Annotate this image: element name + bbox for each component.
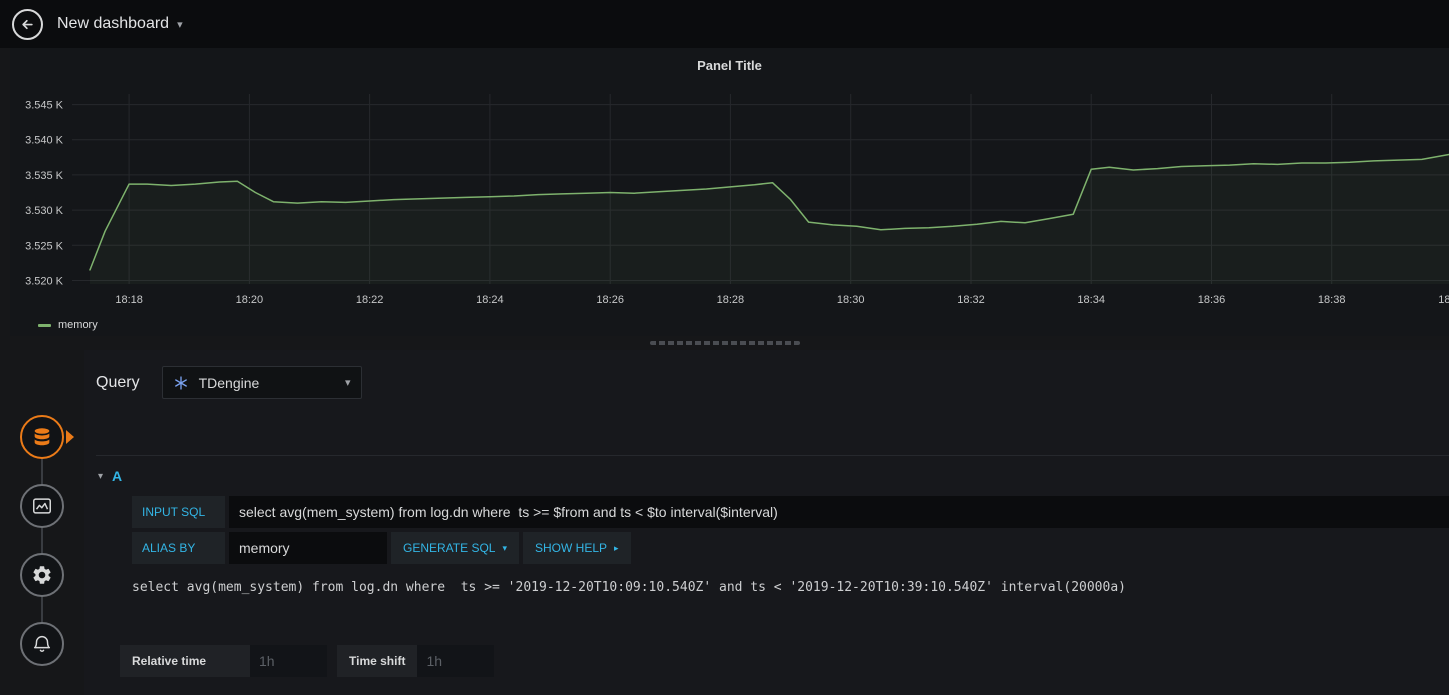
- svg-text:18:22: 18:22: [356, 294, 384, 306]
- relative-time-label: Relative time: [120, 645, 250, 677]
- query-section-title: Query: [96, 373, 140, 391]
- svg-text:18:38: 18:38: [1318, 294, 1346, 306]
- editor-tab-rail: [0, 350, 84, 695]
- active-tab-arrow-icon: [66, 430, 74, 444]
- generated-sql-text: select avg(mem_system) from log.dn where…: [132, 580, 1126, 595]
- dashboard-title[interactable]: New dashboard ▾: [57, 15, 183, 33]
- query-editor: Query TDengine ▾ ▾ A INPUT SQL ALI: [84, 350, 1449, 695]
- svg-text:18:34: 18:34: [1077, 294, 1105, 306]
- dashboard-title-text: New dashboard: [57, 15, 170, 32]
- back-button[interactable]: [12, 8, 43, 40]
- svg-text:18:36: 18:36: [1198, 294, 1226, 306]
- generate-sql-button[interactable]: GENERATE SQL ▾: [391, 532, 519, 564]
- time-series-chart[interactable]: 3.545 K 3.540 K 3.535 K 3.530 K 3.525 K 3.520…: [10, 82, 1449, 314]
- svg-text:18:40: 18:40: [1438, 294, 1449, 306]
- time-options-row: Relative time Time shift: [120, 645, 1449, 677]
- tab-queries[interactable]: [20, 415, 64, 459]
- input-sql-field[interactable]: [229, 496, 1449, 528]
- alias-by-label: ALIAS BY: [132, 532, 225, 564]
- panel-header: Panel Title: [10, 48, 1449, 82]
- database-icon: [34, 428, 50, 446]
- svg-text:18:26: 18:26: [596, 294, 624, 306]
- svg-text:3.535 K: 3.535 K: [25, 170, 64, 182]
- input-sql-row: INPUT SQL: [132, 496, 1449, 528]
- svg-text:18:32: 18:32: [957, 294, 985, 306]
- gear-icon: [33, 566, 51, 584]
- svg-text:3.545 K: 3.545 K: [25, 100, 64, 112]
- query-rows: INPUT SQL ALIAS BY GENERATE SQL ▾ SHOW H…: [132, 496, 1449, 564]
- legend-swatch: [38, 323, 51, 327]
- chevron-down-icon: ▾: [177, 18, 183, 31]
- svg-text:18:30: 18:30: [837, 294, 865, 306]
- time-shift-label: Time shift: [337, 645, 418, 677]
- query-ref-id: A: [112, 468, 123, 484]
- graph-panel: Panel Title 3.545 K 3.540 K 3.535 K 3.530 K…: [10, 48, 1449, 336]
- scroll-handle[interactable]: [649, 341, 800, 345]
- arrow-left-icon: [22, 19, 33, 29]
- tab-alert[interactable]: [20, 622, 64, 666]
- svg-text:18:28: 18:28: [717, 294, 745, 306]
- time-shift-group: Time shift: [337, 645, 495, 677]
- tdengine-logo-icon: [174, 375, 187, 390]
- time-shift-input[interactable]: [417, 645, 495, 677]
- tab-visualization[interactable]: [20, 484, 64, 528]
- tab-general[interactable]: [20, 553, 64, 597]
- query-ref-header[interactable]: ▾ A: [96, 468, 1449, 484]
- datasource-name: TDengine: [198, 374, 260, 391]
- show-help-label: SHOW HELP: [535, 541, 608, 555]
- bell-icon: [33, 636, 51, 652]
- panel-editor: Query TDengine ▾ ▾ A INPUT SQL ALI: [0, 350, 1449, 695]
- input-sql-label: INPUT SQL: [132, 496, 225, 528]
- query-ref-section: ▾ A INPUT SQL ALIAS BY GENERATE SQL ▾ S: [96, 455, 1449, 595]
- panel-title[interactable]: Panel Title: [697, 58, 762, 73]
- scroll-strip: [0, 336, 1449, 350]
- svg-text:18:24: 18:24: [476, 294, 504, 306]
- svg-text:3.540 K: 3.540 K: [25, 135, 64, 147]
- top-navbar: New dashboard ▾: [0, 0, 1449, 48]
- svg-text:18:18: 18:18: [115, 294, 143, 306]
- chart-legend: memory: [10, 314, 1449, 336]
- svg-text:3.530 K: 3.530 K: [25, 205, 64, 217]
- datasource-picker[interactable]: TDengine ▾: [161, 366, 362, 399]
- show-help-button[interactable]: SHOW HELP ▸: [523, 532, 631, 564]
- chevron-down-icon: ▾: [345, 377, 351, 389]
- alias-by-field[interactable]: [229, 532, 387, 564]
- relative-time-input[interactable]: [250, 645, 327, 677]
- svg-text:18:20: 18:20: [236, 294, 264, 306]
- generate-sql-label: GENERATE SQL: [403, 541, 496, 555]
- chevron-right-icon: ▸: [614, 542, 619, 553]
- legend-label[interactable]: memory: [58, 319, 98, 331]
- chart-icon: [33, 498, 51, 514]
- svg-text:3.520 K: 3.520 K: [25, 276, 64, 288]
- relative-time-group: Relative time: [120, 645, 327, 677]
- collapse-caret-icon: ▾: [98, 470, 104, 482]
- svg-text:3.525 K: 3.525 K: [25, 240, 64, 252]
- chevron-down-icon: ▾: [502, 542, 507, 553]
- alias-by-row: ALIAS BY GENERATE SQL ▾ SHOW HELP ▸: [132, 532, 1449, 564]
- query-header: Query TDengine ▾: [96, 366, 1449, 399]
- tab-connector-line: [41, 438, 43, 644]
